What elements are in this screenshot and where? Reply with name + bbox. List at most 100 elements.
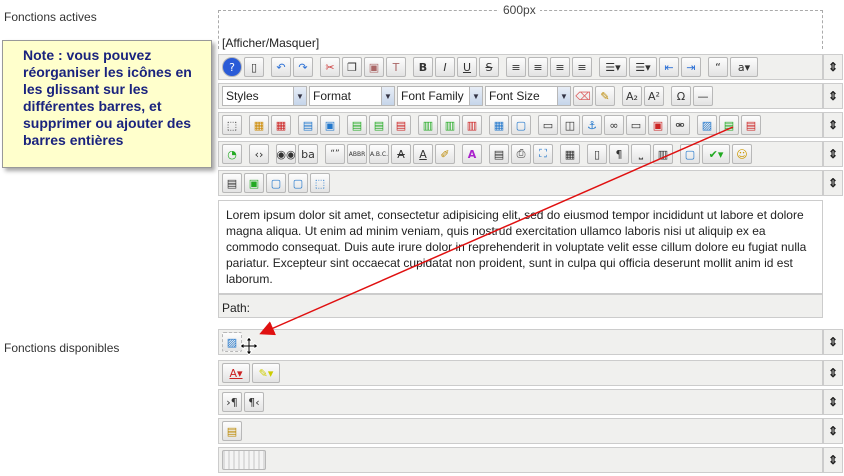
table-insert-row-icon[interactable]: ▤ [222, 173, 242, 193]
toolbar-row-1[interactable]: ? ▯ ↶ ↷ ✂ ❐ ▣ T B I U S ≡ ≡ ≡ ≡ ☰▾ ☰▾ ⇤ … [218, 54, 823, 80]
undo-icon[interactable]: ↶ [271, 57, 291, 77]
styleprops-icon[interactable]: A [462, 144, 482, 164]
available-row-1[interactable]: ▨ [218, 329, 823, 355]
template-icon[interactable]: ▦ [560, 144, 580, 164]
video-icon[interactable]: ▥ [653, 144, 673, 164]
cut-icon[interactable]: ✂ [320, 57, 340, 77]
paste-icon[interactable]: ▣ [364, 57, 384, 77]
empty-row-grip-icon[interactable] [222, 450, 266, 470]
table-visual-aid-icon[interactable]: ⬚ [222, 115, 242, 135]
font-size-select[interactable]: Font Size ▼ [485, 86, 571, 106]
available-row-3-drag-handle[interactable]: ⇕ [823, 389, 843, 415]
text-case-icon[interactable]: a▾ [730, 57, 758, 77]
col-insert-before-icon[interactable]: ▥ [418, 115, 438, 135]
page-break-icon[interactable]: ▯ [587, 144, 607, 164]
link-icon[interactable]: ∞ [604, 115, 624, 135]
bold-icon[interactable]: B [413, 57, 433, 77]
special-char-icon[interactable]: Ω [671, 86, 691, 106]
anchor-icon[interactable]: ⚓ [582, 115, 602, 135]
available-row-5[interactable] [218, 447, 823, 473]
numbered-list-icon[interactable]: ☰▾ [599, 57, 627, 77]
available-row-5-drag-handle[interactable]: ⇕ [823, 447, 843, 473]
strikethrough-icon[interactable]: S [479, 57, 499, 77]
available-row-2[interactable]: A▾ ✎▾ [218, 360, 823, 386]
highlight-color-icon[interactable]: ✎▾ [252, 363, 280, 383]
emoticon-icon[interactable]: ☺ [732, 144, 752, 164]
row-2-drag-handle[interactable]: ⇕ [823, 83, 843, 109]
text-color-icon[interactable]: A▾ [222, 363, 250, 383]
find-icon[interactable]: ◉◉ [276, 144, 296, 164]
delete-file-icon[interactable]: ▤ [741, 115, 761, 135]
row-insert-before-icon[interactable]: ▤ [347, 115, 367, 135]
row-4-drag-handle[interactable]: ⇕ [823, 141, 843, 167]
box-blue-3-icon[interactable]: ⬚ [310, 173, 330, 193]
row-3-drag-handle[interactable]: ⇕ [823, 112, 843, 138]
table-delete-icon[interactable]: ▦ [271, 115, 291, 135]
layer-icon[interactable]: ◫ [560, 115, 580, 135]
col-insert-after-icon[interactable]: ▥ [440, 115, 460, 135]
align-right-icon[interactable]: ≡ [572, 57, 592, 77]
align-center-icon[interactable]: ≡ [550, 57, 570, 77]
image-icon[interactable]: ▨ [697, 115, 717, 135]
available-row-3[interactable]: ›¶ ¶‹ [218, 389, 823, 415]
spellcheck-icon[interactable]: ✔▾ [702, 144, 730, 164]
eraser-icon[interactable]: ⌫ [573, 86, 593, 106]
box-blue-1-icon[interactable]: ▢ [266, 173, 286, 193]
insert-layer-icon[interactable]: ▢ [680, 144, 700, 164]
settings-image-icon[interactable]: ▤ [222, 421, 242, 441]
box-blue-2-icon[interactable]: ▢ [288, 173, 308, 193]
row-props-icon[interactable]: ▤ [298, 115, 318, 135]
format-painter-icon[interactable]: ✎ [595, 86, 615, 106]
horizontal-rule-icon[interactable]: — [693, 86, 713, 106]
rtl-icon[interactable]: ¶‹ [244, 392, 264, 412]
insert-file-icon[interactable]: ▤ [719, 115, 739, 135]
table-edit-icon[interactable]: ▦ [249, 115, 269, 135]
underline-icon[interactable]: U [457, 57, 477, 77]
split-cells-icon[interactable]: ▭ [538, 115, 558, 135]
available-row-4-drag-handle[interactable]: ⇕ [823, 418, 843, 444]
editor-content[interactable]: Lorem ipsum dolor sit amet, consectetur … [218, 200, 823, 294]
insert-date-icon[interactable]: ◔ [222, 144, 242, 164]
row-5-drag-handle[interactable]: ⇕ [823, 170, 843, 196]
fullscreen-icon[interactable]: ⛶ [533, 144, 553, 164]
format-select[interactable]: Format ▼ [309, 86, 395, 106]
media-icon[interactable]: ▭ [626, 115, 646, 135]
available-row-2-drag-handle[interactable]: ⇕ [823, 360, 843, 386]
blockquote-icon[interactable]: “ [708, 57, 728, 77]
styles-select[interactable]: Styles ▼ [222, 86, 307, 106]
acronym-icon[interactable]: A.B.C. [369, 144, 389, 164]
abbr-icon[interactable]: ABBR [347, 144, 367, 164]
toolbar-row-5[interactable]: ▤ ▣ ▢ ▢ ⬚ [218, 170, 823, 196]
justify-full-icon[interactable]: ≡ [506, 57, 526, 77]
outdent-icon[interactable]: ⇤ [659, 57, 679, 77]
toolbar-row-3[interactable]: ⬚ ▦ ▦ ▤ ▣ ▤ ▤ ▤ ▥ ▥ ▥ ▦ ▢ ▭ ◫ ⚓ ∞ ▭ ▣ ⚮ … [218, 112, 823, 138]
redo-icon[interactable]: ↷ [293, 57, 313, 77]
row-delete-icon[interactable]: ▤ [391, 115, 411, 135]
pilcrow-icon[interactable]: ¶ [609, 144, 629, 164]
row-1-drag-handle[interactable]: ⇕ [823, 54, 843, 80]
font-family-select[interactable]: Font Family ▼ [397, 86, 483, 106]
available-row-4[interactable]: ▤ [218, 418, 823, 444]
html-source-icon[interactable]: ‹› [249, 144, 269, 164]
new-document-icon[interactable]: ▯ [244, 57, 264, 77]
replace-icon[interactable]: ba [298, 144, 318, 164]
available-row-1-drag-handle[interactable]: ⇕ [823, 329, 843, 355]
copy-icon[interactable]: ❐ [342, 57, 362, 77]
strike-text-color-icon[interactable]: A [391, 144, 411, 164]
paste-text-icon[interactable]: T [386, 57, 406, 77]
image-drop-icon[interactable]: ▨ [222, 332, 242, 352]
underline-text-icon[interactable]: A [413, 144, 433, 164]
align-left-icon[interactable]: ≡ [528, 57, 548, 77]
subscript-icon[interactable]: A₂ [622, 86, 642, 106]
image-map-icon[interactable]: ▣ [648, 115, 668, 135]
cell-props-icon[interactable]: ▣ [320, 115, 340, 135]
indent-icon[interactable]: ⇥ [681, 57, 701, 77]
nonbreaking-icon[interactable]: ⎵ [631, 144, 651, 164]
insert-box-icon[interactable]: ▣ [244, 173, 264, 193]
bullet-list-icon[interactable]: ☰▾ [629, 57, 657, 77]
table-insert-icon[interactable]: ▦ [489, 115, 509, 135]
col-delete-icon[interactable]: ▥ [462, 115, 482, 135]
toolbar-row-2[interactable]: Styles ▼ Format ▼ Font Family ▼ Font Size ▼ … [218, 83, 823, 109]
toolbar-row-4[interactable]: ◔ ‹› ◉◉ ba “” ABBR A.B.C. A A ✐ A ▤ ⎙ ⛶ … [218, 141, 823, 167]
ltr-icon[interactable]: ›¶ [222, 392, 242, 412]
